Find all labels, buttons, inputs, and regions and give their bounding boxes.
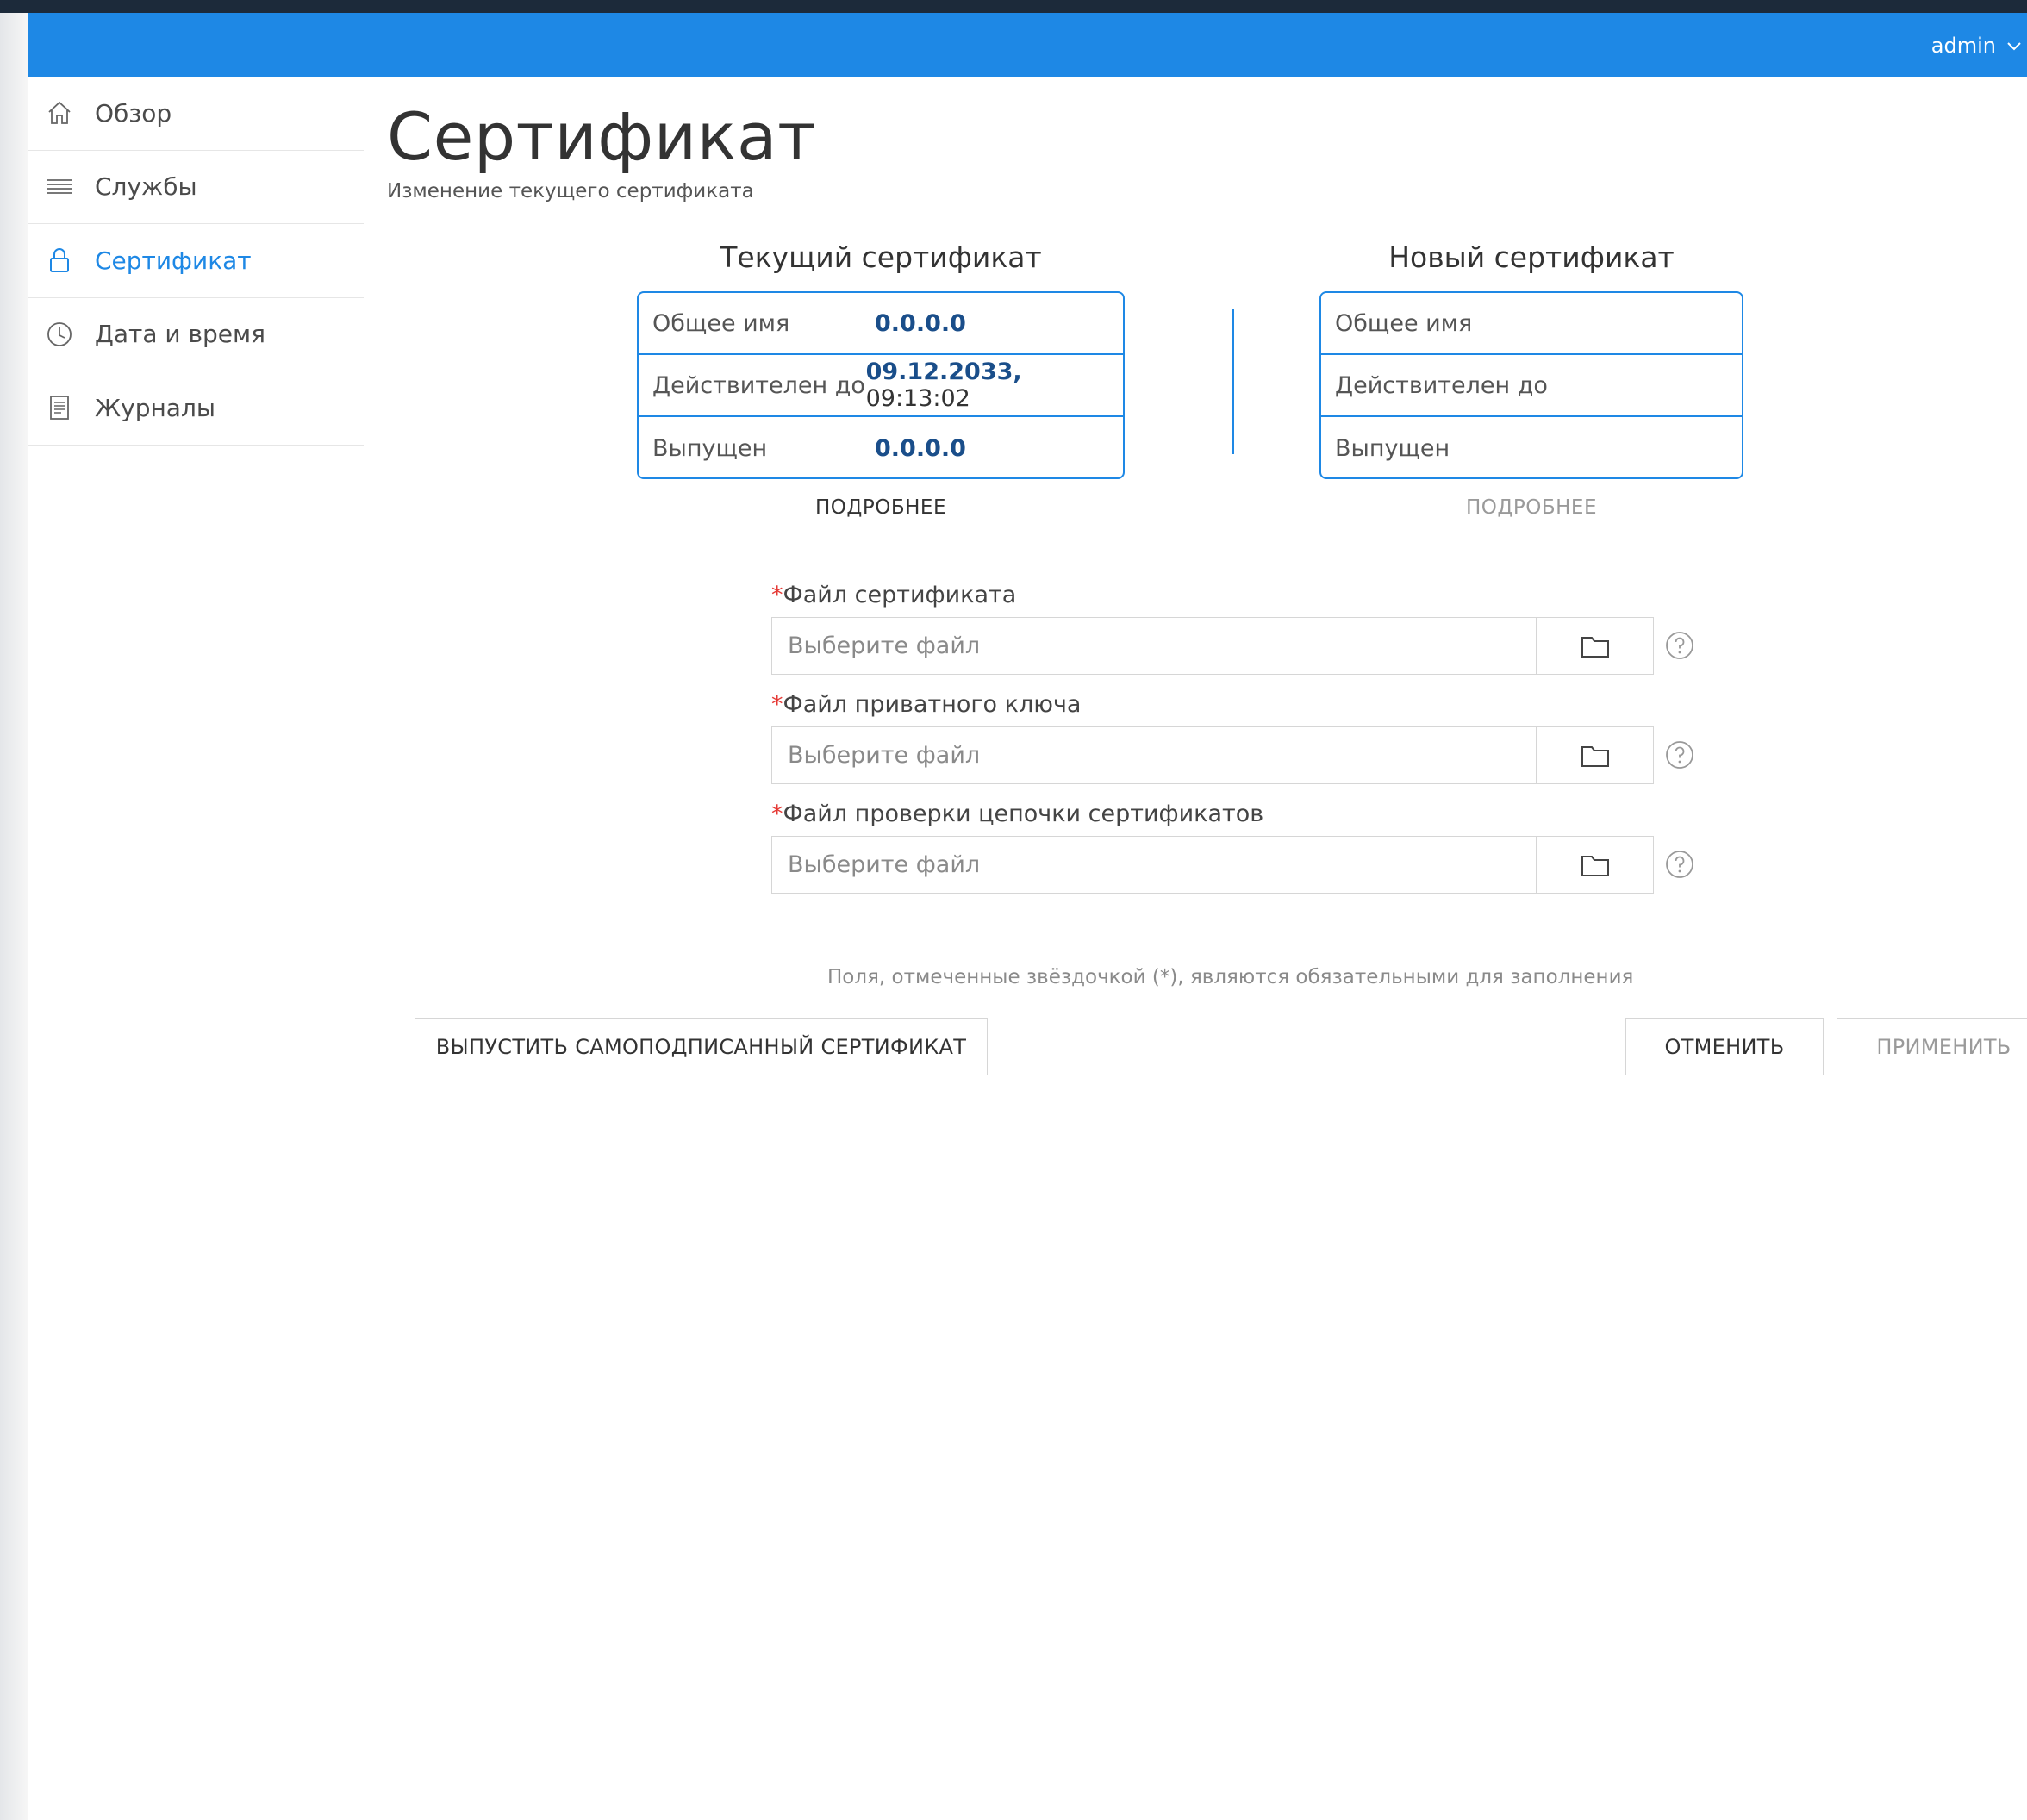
new-cert-issuer-row: Выпущен xyxy=(1321,417,1742,477)
current-cert-common-name-row: Общее имя 0.0.0.0 xyxy=(639,293,1123,355)
sidebar-item-logs[interactable]: Журналы xyxy=(28,371,364,446)
cert-valid-date: 09.12.2033, xyxy=(865,358,1022,385)
cert-field-label: Общее имя xyxy=(1335,309,1473,337)
sidebar-item-services[interactable]: Службы xyxy=(28,151,364,224)
cert-divider xyxy=(1232,309,1234,454)
private-key-file-label: *Файл приватного ключа xyxy=(771,691,1081,718)
current-cert-valid-until-row: Действителен до 09.12.2033, 09:13:02 xyxy=(639,355,1123,417)
folder-icon xyxy=(1581,855,1609,876)
private-key-browse-button[interactable] xyxy=(1536,726,1654,784)
required-mark: * xyxy=(771,691,783,718)
sidebar-item-overview[interactable]: Обзор xyxy=(28,77,364,151)
current-cert-title: Текущий сертификат xyxy=(720,240,1042,274)
help-icon[interactable] xyxy=(1665,631,1694,660)
private-key-file-input[interactable]: Выберите файл xyxy=(771,726,1537,784)
lock-icon xyxy=(45,246,74,275)
home-icon xyxy=(45,98,74,128)
cert-field-label: Общее имя xyxy=(652,309,790,337)
issue-self-signed-button[interactable]: ВЫПУСТИТЬ САМОПОДПИСАННЫЙ СЕРТИФИКАТ xyxy=(415,1018,988,1075)
apply-button[interactable]: ПРИМЕНИТЬ xyxy=(1837,1018,2027,1075)
new-cert-details-link[interactable]: ПОДРОБНЕЕ xyxy=(1319,496,1743,519)
required-fields-hint: Поля, отмеченные звёздочкой (*), являютс… xyxy=(827,966,1634,988)
cert-file-browse-button[interactable] xyxy=(1536,617,1654,675)
current-cert-details-link[interactable]: ПОДРОБНЕЕ xyxy=(637,496,1125,519)
chain-file-input[interactable]: Выберите файл xyxy=(771,836,1537,894)
new-cert-valid-until-row: Действителен до xyxy=(1321,355,1742,417)
cert-valid-time: 09:13:02 xyxy=(865,385,970,412)
help-icon[interactable] xyxy=(1665,850,1694,879)
required-mark: * xyxy=(771,801,783,827)
sidebar-item-label: Дата и время xyxy=(95,320,265,349)
page-subtitle: Изменение текущего сертификата xyxy=(387,180,754,203)
cert-field-value: 0.0.0.0 xyxy=(875,434,966,462)
sidebar-item-datetime[interactable]: Дата и время xyxy=(28,298,364,371)
sidebar-item-label: Службы xyxy=(95,172,197,202)
cert-file-input[interactable]: Выберите файл xyxy=(771,617,1537,675)
app-window: admin Обзор Службы Сертификат Дата и вре… xyxy=(28,13,2027,1820)
folder-icon xyxy=(1581,636,1609,658)
clock-icon xyxy=(45,320,74,349)
background-shadow xyxy=(0,13,28,1820)
document-icon xyxy=(45,393,74,422)
chain-file-browse-button[interactable] xyxy=(1536,836,1654,894)
cert-field-label: Действителен до xyxy=(1335,371,1548,399)
new-cert-title: Новый сертификат xyxy=(1388,240,1675,274)
new-cert-table: Общее имя Действителен до Выпущен xyxy=(1319,291,1743,479)
top-bar: admin xyxy=(28,13,2027,77)
cancel-button[interactable]: ОТМЕНИТЬ xyxy=(1625,1018,1824,1075)
sidebar-item-certificate[interactable]: Сертификат xyxy=(28,224,364,298)
chain-file-label: *Файл проверки цепочки сертификатов xyxy=(771,801,1263,827)
cert-field-value: 09.12.2033, 09:13:02 xyxy=(866,358,1123,412)
sidebar-item-label: Журналы xyxy=(95,393,215,422)
main-content: Сертификат Изменение текущего сертификат… xyxy=(387,77,2027,1820)
current-cert-table: Общее имя 0.0.0.0 Действителен до 09.12.… xyxy=(637,291,1125,479)
cert-file-label: *Файл сертификата xyxy=(771,582,1016,608)
list-icon xyxy=(45,172,74,202)
field-label-text: Файл сертификата xyxy=(783,582,1017,608)
required-mark: * xyxy=(771,582,783,608)
sidebar-item-label: Сертификат xyxy=(95,246,252,275)
cert-field-label: Действителен до xyxy=(652,371,865,399)
folder-icon xyxy=(1581,745,1609,767)
cert-field-label: Выпущен xyxy=(1335,434,1450,462)
user-menu[interactable]: admin xyxy=(1931,28,2027,63)
field-label-text: Файл проверки цепочки сертификатов xyxy=(783,801,1264,827)
field-label-text: Файл приватного ключа xyxy=(783,691,1082,718)
page-title: Сертификат xyxy=(387,98,816,175)
cert-field-value: 0.0.0.0 xyxy=(875,309,966,337)
sidebar: Обзор Службы Сертификат Дата и время Жур… xyxy=(28,77,364,446)
new-cert-common-name-row: Общее имя xyxy=(1321,293,1742,355)
cert-field-label: Выпущен xyxy=(652,434,768,462)
current-cert-issuer-row: Выпущен 0.0.0.0 xyxy=(639,417,1123,477)
user-name: admin xyxy=(1930,34,1996,58)
sidebar-item-label: Обзор xyxy=(95,98,172,128)
help-icon[interactable] xyxy=(1665,740,1694,770)
chevron-down-icon xyxy=(2007,42,2021,51)
